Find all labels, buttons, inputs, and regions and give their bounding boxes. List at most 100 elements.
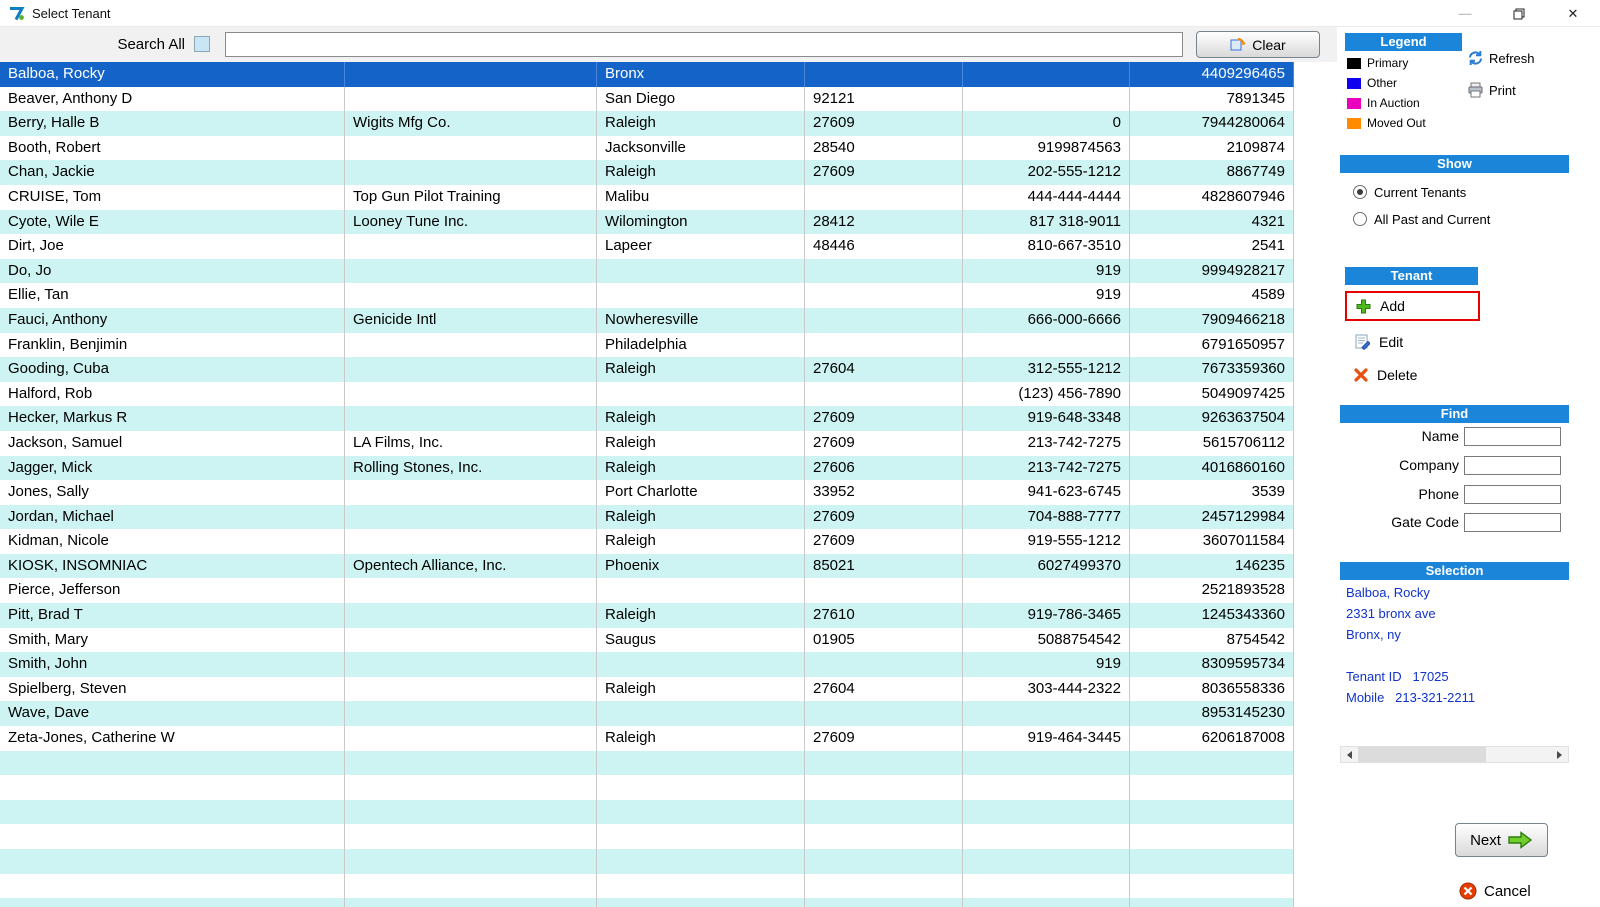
table-row[interactable]: Ellie, Tan 919 4589 <box>0 283 1294 308</box>
cell-company <box>345 676 597 702</box>
table-row[interactable]: Balboa, Rocky Bronx 4409296465 <box>0 62 1294 87</box>
close-button[interactable]: ✕ <box>1546 0 1600 27</box>
find-company-label: Company <box>1399 457 1459 473</box>
find-company-input[interactable] <box>1464 456 1561 475</box>
table-row[interactable]: Do, Jo 919 9994928217 <box>0 258 1294 284</box>
cell-zip: 27609 <box>805 430 963 456</box>
table-row[interactable]: Jagger, Mick Rolling Stones, Inc. Raleigh 2… <box>0 455 1294 481</box>
table-row[interactable]: Wave, Dave 8953145230 <box>0 701 1294 727</box>
table-row[interactable]: Booth, Robert Jacksonville 28540 9199874563… <box>0 135 1294 161</box>
delete-tenant-button[interactable]: Delete <box>1345 361 1480 389</box>
cell-city: Saugus <box>597 627 805 653</box>
table-row-empty[interactable] <box>0 775 1294 800</box>
find-phone-input[interactable] <box>1464 485 1561 504</box>
table-row[interactable]: Beaver, Anthony D San Diego 92121 7891345 <box>0 86 1294 112</box>
cell-code: 5049097425 <box>1130 381 1294 407</box>
scroll-left-button[interactable] <box>1341 747 1358 762</box>
tenant-grid: Balboa, Rocky Bronx 4409296465 Beaver, Anth… <box>0 62 1294 907</box>
cell-name: Balboa, Rocky <box>0 62 345 87</box>
table-row-empty[interactable] <box>0 898 1294 907</box>
table-row[interactable]: Zeta-Jones, Catherine W Raleigh 27609 919-4… <box>0 726 1294 751</box>
print-label: Print <box>1489 82 1516 98</box>
clear-button[interactable]: Clear <box>1196 31 1320 58</box>
cancel-button[interactable]: Cancel <box>1455 869 1559 907</box>
cancel-icon <box>1459 882 1477 900</box>
table-row-empty[interactable] <box>0 799 1294 825</box>
table-row[interactable]: Pitt, Brad T Raleigh 27610 919-786-3465 1245… <box>0 603 1294 628</box>
table-row[interactable]: KIOSK, INSOMNIAC Opentech Alliance, Inc. P… <box>0 553 1294 579</box>
clear-icon <box>1230 38 1246 51</box>
cell-city <box>597 283 805 308</box>
cell-name: Gooding, Cuba <box>0 357 345 382</box>
table-row[interactable]: Cyote, Wile E Looney Tune Inc. Wilomington… <box>0 209 1294 235</box>
table-row[interactable]: Fauci, Anthony Genicide Intl Nowheresville… <box>0 307 1294 333</box>
cell-name: Dirt, Joe <box>0 234 345 259</box>
cell-company: Wigits Mfg Co. <box>345 111 597 136</box>
restore-button[interactable] <box>1492 0 1546 27</box>
cell-code: 2521893528 <box>1130 578 1294 604</box>
table-row[interactable]: Jordan, Michael Raleigh 27609 704-888-7777 2… <box>0 504 1294 530</box>
table-row[interactable]: Jones, Sally Port Charlotte 33952 941-623-6… <box>0 480 1294 505</box>
table-row[interactable]: CRUISE, Tom Top Gun Pilot Training Malibu 4… <box>0 184 1294 210</box>
cell-company <box>345 824 597 849</box>
cell-code: 2541 <box>1130 234 1294 259</box>
cell-city <box>597 799 805 825</box>
horizontal-scrollbar[interactable] <box>1340 746 1569 763</box>
table-row[interactable]: Pierce, Jefferson 2521893528 <box>0 578 1294 604</box>
cell-code: 4409296465 <box>1130 62 1294 87</box>
table-row[interactable]: Smith, John 919 8309595734 <box>0 652 1294 677</box>
cell-phone: 919-555-1212 <box>963 529 1130 554</box>
table-row-empty[interactable] <box>0 873 1294 899</box>
next-button[interactable]: Next <box>1455 823 1548 857</box>
table-row[interactable]: Kidman, Nicole Raleigh 27609 919-555-1212 36… <box>0 529 1294 554</box>
cell-city <box>597 824 805 849</box>
cell-code <box>1130 799 1294 825</box>
cell-company <box>345 135 597 161</box>
cell-company <box>345 627 597 653</box>
table-row-empty[interactable] <box>0 750 1294 776</box>
cell-phone <box>963 578 1130 604</box>
cell-city: Raleigh <box>597 603 805 628</box>
cell-code: 8036558336 <box>1130 676 1294 702</box>
cell-code: 9263637504 <box>1130 406 1294 431</box>
cell-zip <box>805 873 963 899</box>
cell-zip: 27604 <box>805 676 963 702</box>
add-tenant-button[interactable]: Add <box>1345 291 1480 321</box>
table-row[interactable]: Jackson, Samuel LA Films, Inc. Raleigh 2760… <box>0 430 1294 456</box>
cell-name: Do, Jo <box>0 258 345 284</box>
radio-all-past-label: All Past and Current <box>1374 211 1491 227</box>
find-name-input[interactable] <box>1464 427 1561 446</box>
search-input[interactable] <box>225 32 1183 57</box>
scroll-right-button[interactable] <box>1551 747 1568 762</box>
edit-tenant-button[interactable]: Edit <box>1345 328 1480 356</box>
refresh-button[interactable]: Refresh <box>1467 47 1535 69</box>
table-row[interactable]: Halford, Rob (123) 456-7890 5049097425 <box>0 381 1294 407</box>
cell-name: Halford, Rob <box>0 381 345 407</box>
table-row[interactable]: Chan, Jackie Raleigh 27609 202-555-1212 8867… <box>0 160 1294 185</box>
table-row-empty[interactable] <box>0 849 1294 874</box>
radio-all-past-and-current[interactable]: All Past and Current <box>1353 209 1490 229</box>
radio-current-tenants[interactable]: Current Tenants <box>1353 182 1466 202</box>
minimize-button[interactable]: — <box>1438 0 1492 27</box>
table-row[interactable]: Hecker, Markus R Raleigh 27609 919-648-3348… <box>0 406 1294 431</box>
cell-city <box>597 898 805 907</box>
table-row[interactable]: Dirt, Joe Lapeer 48446 810-667-3510 2541 <box>0 234 1294 259</box>
cell-name: Ellie, Tan <box>0 283 345 308</box>
scrollbar-thumb[interactable] <box>1358 747 1486 762</box>
table-row[interactable]: Smith, Mary Saugus 01905 5088754542 8754542 <box>0 627 1294 653</box>
find-gate-code-input[interactable] <box>1464 513 1561 532</box>
table-row[interactable]: Spielberg, Steven Raleigh 27604 303-444-232… <box>0 676 1294 702</box>
print-button[interactable]: Print <box>1467 79 1516 101</box>
legend-item: Other <box>1347 73 1426 93</box>
search-checkbox[interactable] <box>194 36 210 52</box>
cell-phone: (123) 456-7890 <box>963 381 1130 407</box>
cell-code <box>1130 898 1294 907</box>
table-row[interactable]: Berry, Halle B Wigits Mfg Co. Raleigh 27609… <box>0 111 1294 136</box>
table-row-empty[interactable] <box>0 824 1294 849</box>
cell-company <box>345 652 597 677</box>
table-row[interactable]: Gooding, Cuba Raleigh 27604 312-555-1212 767… <box>0 357 1294 382</box>
cell-city: Raleigh <box>597 529 805 554</box>
table-row[interactable]: Franklin, Benjimin Philadelphia 6791650957 <box>0 332 1294 358</box>
cell-name: Cyote, Wile E <box>0 209 345 235</box>
cell-name: Pitt, Brad T <box>0 603 345 628</box>
